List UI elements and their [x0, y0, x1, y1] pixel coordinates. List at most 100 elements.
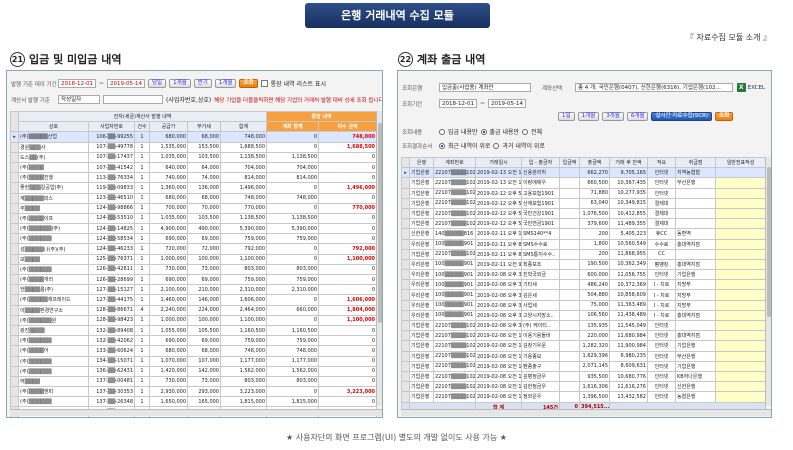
table-cell[interactable]	[715, 279, 766, 291]
table-row[interactable]: 기업은행22107▒▒▒▒10262019-02-08 오전 10:..기용종보…	[401, 350, 766, 362]
row-selector[interactable]	[10, 243, 19, 255]
row-selector[interactable]	[401, 319, 410, 332]
table-row[interactable]: 우리은행100▒▒▒▒▒9012019-02-08 오후 3:4..기타세 486…	[401, 279, 766, 291]
column-header[interactable]: 사업자번호	[88, 121, 135, 133]
recent-first-radio[interactable]	[439, 142, 445, 149]
table-row[interactable]: 신한은행140▒▒▒▒▒8162019-02-11 오후 12:..SMS140…	[401, 228, 766, 240]
table-row[interactable]: 기업은행22107▒▒▒▒10262019-02-08 오전 10:..정와운우…	[401, 391, 766, 403]
row-selector[interactable]	[401, 279, 410, 291]
deposit-only-radio[interactable]	[439, 128, 445, 135]
table-row[interactable]: (주)▒▒▒▒▒▒(주) 124-▒▒-14825 1 4,900,000 490,00…	[10, 223, 378, 235]
row-selector[interactable]	[10, 386, 19, 398]
row-selector[interactable]	[401, 207, 410, 220]
table-row[interactable]: 허▒▒▒▒ 137-▒▒-00481 1 730,000 73,000 803,000 80…	[10, 375, 378, 388]
realtime-collect-button[interactable]: 실시간 자료수집(SCR)	[651, 112, 713, 121]
row-selector[interactable]	[401, 269, 410, 281]
table-row[interactable]: 기업은행22107▒▒▒▒10262019-02-12 오후 5:2..국민연금…	[401, 218, 766, 230]
row-selector[interactable]	[401, 187, 410, 199]
three-month-button[interactable]: 3개월	[602, 112, 624, 121]
table-row[interactable]: 경원▒▒▒사 107-▒▒-49778 1 1,535,000 153,500 1,688…	[10, 141, 378, 153]
table-cell[interactable]	[715, 370, 766, 383]
search-button[interactable]: 조회	[239, 79, 258, 88]
one-month-button[interactable]: 1개월	[169, 79, 191, 88]
table-row[interactable]: (주)▒▒▒▒엔피 137-▒▒-30353 1 2,930,000 293,000 3,…	[10, 386, 378, 398]
bankbook-checkbox[interactable]	[260, 80, 268, 87]
table-row[interactable]: 좋헌▒▒▒칼공업(주) 119-▒▒-09833 1 1,360,000 136,000…	[10, 182, 378, 194]
account-select[interactable]: 총 4 개: 국민은행(0407), 신한은행(6316), 기업은행(102.…	[575, 83, 733, 92]
date-to-input-right[interactable]: 2019-05-14	[488, 99, 526, 108]
search-button-right[interactable]: 조회	[715, 112, 734, 121]
table-row[interactable]: 광진▒▒▒▒ 132-▒▒-89408 1 1,055,000 105,500 1,160…	[10, 324, 378, 337]
row-selector[interactable]	[10, 324, 19, 337]
column-header[interactable]: 공급가	[149, 121, 188, 133]
table-row[interactable]: 우리은행100▒▒▒▒▒9012019-02-11 오후 8:..SMS수수료 1…	[401, 238, 766, 250]
table-row[interactable]: 우리은행100▒▒▒▒▒9012019-02-08 오후 3:4..김은세 504…	[401, 289, 766, 301]
date-from-input-right[interactable]: 2018-12-01	[439, 99, 477, 108]
table-row[interactable]: (주)▒▒▒▒어 133-▒▒-60624 1 680,000 68,000 748,00…	[10, 345, 378, 357]
column-header[interactable]: 합계	[219, 121, 268, 133]
table-row[interactable]: 이▒▒▒▒환경연구소 128-▒▒-86671 4 2,240,000 224,000 2…	[10, 304, 378, 316]
table-cell[interactable]	[715, 381, 766, 393]
row-selector[interactable]	[10, 141, 19, 153]
row-selector[interactable]	[10, 294, 19, 306]
row-selector[interactable]	[401, 289, 410, 301]
table-row[interactable]: (주)▒▒▒▒ 107-▒▒-41542 1 640,000 64,000 704,000…	[10, 161, 378, 174]
table-row[interactable]: (주)▒▒▒▒▒▒ 126-▒▒-42611 1 730,000 73,000 803,0…	[10, 263, 378, 276]
excel-button[interactable]: X EXCEL	[736, 83, 765, 92]
table-row[interactable]: 추▒▒▒▒ 124-▒▒-98866 1 700,000 70,000 770,000 0 7…	[10, 202, 378, 214]
table-row[interactable]: 보▒▒▒▒ 125-▒▒-76371 1 1,000,000 100,000 1,100,…	[10, 253, 378, 265]
row-selector[interactable]	[10, 233, 19, 245]
row-selector[interactable]	[10, 202, 19, 214]
column-header[interactable]: 미수 금액	[318, 121, 378, 133]
all-radio[interactable]	[522, 128, 529, 135]
oldest-first-radio[interactable]	[493, 142, 500, 149]
table-cell[interactable]	[715, 187, 766, 199]
row-selector[interactable]	[10, 314, 19, 326]
row-selector[interactable]	[401, 248, 410, 260]
table-cell[interactable]	[715, 269, 766, 281]
row-selector[interactable]	[401, 218, 410, 230]
table-cell[interactable]	[715, 309, 766, 322]
table-row[interactable]: 기업은행22107▒▒▒▒10262019-02-08 오전 10:..김창기우…	[401, 340, 766, 352]
withdrawal-only-radio[interactable]	[480, 128, 487, 135]
column-header[interactable]: 부가세	[187, 121, 221, 133]
date-to-input[interactable]: 2019-05-14	[107, 79, 145, 88]
row-selector[interactable]	[10, 182, 19, 194]
table-row[interactable]: 기업은행22107▒▒▒▒10262019-02-12 오후 5:3..고용보험…	[401, 187, 766, 199]
row-selector[interactable]	[10, 253, 19, 265]
row-selector[interactable]	[401, 197, 410, 209]
row-selector[interactable]	[10, 161, 19, 174]
row-selector[interactable]	[10, 263, 19, 276]
table-row[interactable]: 한▒▒▒▒롭(주) 127-▒▒-15127 1 2,100,000 210,000 2,…	[10, 284, 378, 296]
row-selector[interactable]	[401, 381, 410, 393]
table-row[interactable]: 기업은행22107▒▒▒▒10262019-02-08 오전 10:..김병정금…	[401, 370, 766, 383]
row-selector[interactable]	[401, 370, 410, 383]
row-selector[interactable]	[10, 151, 19, 163]
column-header[interactable]: 건수	[134, 121, 150, 133]
bank-select[interactable]: 입금출(사업용) 계좌만	[439, 83, 531, 92]
table-row[interactable]: (주)▒▒▒▒▒재프레이드 127-▒▒-44175 1 1,460,000 146,0…	[10, 294, 378, 306]
table-row[interactable]: 우리은행100▒▒▒▒▒9012019-02-08 오후 3:3..사업세 75,…	[401, 299, 766, 311]
half-year-button[interactable]: 반기	[193, 79, 212, 88]
row-selector[interactable]	[401, 340, 410, 352]
row-selector[interactable]	[401, 299, 410, 311]
row-selector[interactable]	[401, 330, 410, 342]
row-selector[interactable]	[10, 396, 19, 408]
row-selector[interactable]	[10, 172, 19, 184]
table-row[interactable]: (주)▒▒▒▒진행 113-▒▒-76334 1 740,000 74,000 814,0…	[10, 172, 378, 184]
table-cell[interactable]	[715, 340, 766, 352]
row-selector[interactable]	[10, 273, 19, 286]
column-header[interactable]: 계좌 합계	[266, 121, 320, 133]
table-row[interactable]: 기업은행22107▒▒▒▒10262019-02-08 오전 11:..이용기용…	[401, 330, 766, 342]
table-cell[interactable]	[715, 330, 766, 342]
table-row[interactable]: (주)▒▒▒▒▒▒원 128-▒▒-98423 1 1,000,000 100,000 1…	[10, 314, 378, 326]
row-selector[interactable]: ▸	[10, 131, 19, 143]
row-selector[interactable]	[10, 304, 19, 316]
row-selector[interactable]	[401, 391, 410, 403]
table-row[interactable]: (주)▒▒▒▒▒▒ 132-▒▒-42062 1 690,000 69,000 759,0…	[10, 335, 378, 347]
row-selector[interactable]	[401, 238, 410, 250]
table-row[interactable]: 기업은행22107▒▒▒▒10262019-02-11 오후 8:..SMS통지…	[401, 248, 766, 260]
table-row[interactable]: 도스▒▒(주) 107-▒▒-17437 1 1,035,000 103,500 1,13…	[10, 151, 378, 163]
row-selector[interactable]	[401, 258, 410, 271]
row-selector[interactable]	[10, 375, 19, 388]
